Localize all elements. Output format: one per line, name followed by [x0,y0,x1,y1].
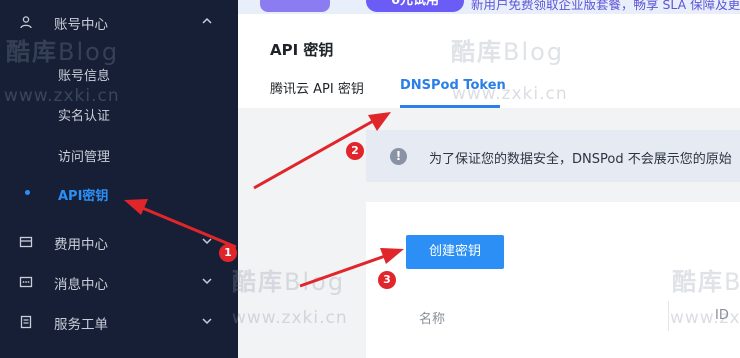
sidebar-item-verification[interactable]: 实名认证 [58,105,110,124]
promo-text: 新用户免费领取企业版套餐，畅享 SLA 保障及更多 [471,0,740,12]
annotation-number-2: 2 [346,142,364,160]
sidebar-group-label: 费用中心 [54,237,108,253]
watermark-title: 酷库Blog [6,38,120,66]
watermark-title: 酷库Blog [232,268,346,296]
billing-icon [19,236,33,248]
sidebar-group-label: 账号中心 [54,17,108,33]
watermark-url: www.zxki.cn [452,84,568,104]
create-key-button[interactable]: 创建密钥 [406,235,504,269]
watermark-url: www.zxki.cn [670,308,740,328]
sidebar-group-label: 消息中心 [54,277,108,293]
sidebar-item-access-management[interactable]: 访问管理 [58,146,110,165]
watermark-title: 酷库Blog [672,268,740,296]
chevron-down-icon [202,318,212,325]
sidebar-group-tickets[interactable]: 服务工单 [0,302,238,342]
sidebar-item-account-info[interactable]: 账号信息 [58,65,110,84]
active-tab-underline [400,105,500,108]
watermark-url: www.zxki.cn [4,86,120,106]
promo-illustration [260,0,330,12]
user-icon [20,16,32,29]
chevron-up-icon [202,17,212,24]
info-icon: ! [390,148,407,165]
sidebar-item-api-keys[interactable]: API密钥 [58,185,108,204]
chevron-down-icon [202,278,212,285]
security-notice: ! 为了保证您的数据安全，DNSPod 不会展示您的原始 [366,130,740,182]
ticket-icon [20,315,32,329]
annotation-number-1: 1 [219,244,237,262]
sidebar-group-label: 服务工单 [54,317,108,333]
promo-banner[interactable]: 6元试用 新用户免费领取企业版套餐，畅享 SLA 保障及更多 [238,0,740,14]
column-header-name: 名称 [419,312,446,327]
annotation-number-3: 3 [378,271,396,289]
watermark-url: www.zxki.cn [232,308,348,328]
promo-badge: 6元试用 [366,0,464,12]
active-indicator-dot [25,190,30,195]
message-icon [19,276,33,288]
page-title: API 密钥 [270,41,334,59]
sidebar-group-billing[interactable]: 费用中心 [0,222,238,262]
watermark-title: 酷库Blog [451,38,565,66]
chevron-down-icon [202,238,212,245]
notice-text: 为了保证您的数据安全，DNSPod 不会展示您的原始 [429,152,732,167]
tab-tencent-api-key[interactable]: 腾讯云 API 密钥 [270,78,364,97]
column-divider [668,301,669,331]
sidebar-group-messages[interactable]: 消息中心 [0,262,238,302]
